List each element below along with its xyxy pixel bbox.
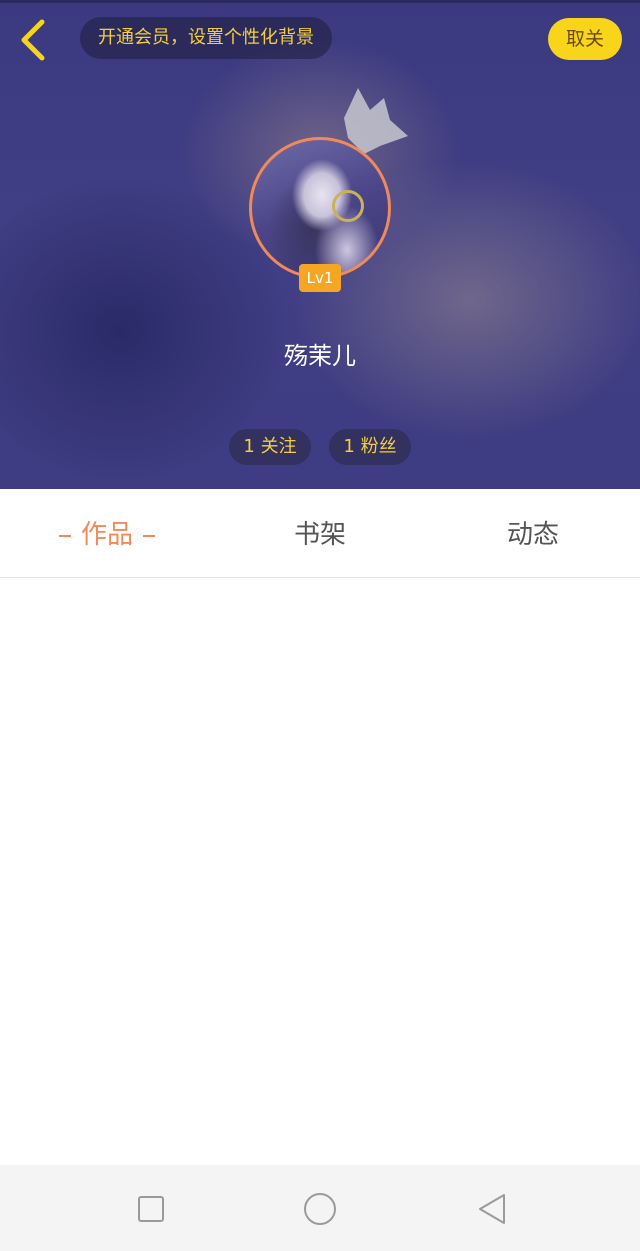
system-nav-bar [0,1165,640,1251]
square-icon [131,1196,171,1233]
recent-apps-button[interactable] [131,1189,171,1229]
avatar-image [249,137,391,279]
profile-header: 开通会员，设置个性化背景 取关 Lv1 殇茉儿 1 关注 1 粉丝 [0,0,640,489]
vip-background-banner[interactable]: 开通会员，设置个性化背景 [80,17,332,59]
back-button[interactable] [10,14,58,66]
following-count[interactable]: 1 关注 [229,429,311,465]
triangle-back-icon [472,1194,512,1233]
home-button[interactable] [300,1189,340,1229]
tab-label: 动态 [506,520,559,550]
tab-bookshelf[interactable]: 书架 [245,489,395,577]
system-back-button[interactable] [472,1189,512,1229]
status-strip [0,0,640,3]
username: 殇茉儿 [284,342,356,370]
tab-indicator-left [58,534,71,537]
tab-label: 书架 [293,520,346,550]
tab-works[interactable]: 作品 [30,489,184,577]
tab-indicator-right [143,534,155,537]
tab-activity[interactable]: 动态 [458,489,608,577]
fans-count[interactable]: 1 粉丝 [329,429,411,465]
level-badge: Lv1 [299,264,341,292]
chevron-left-icon [10,14,58,66]
avatar[interactable] [249,137,391,279]
tab-label: 作品 [80,520,133,550]
avatar-detail [332,190,364,222]
unfollow-button[interactable]: 取关 [548,18,622,60]
works-content-area [0,578,640,1165]
profile-tabs: 作品 书架 动态 [0,489,640,578]
circle-icon [300,1193,340,1233]
